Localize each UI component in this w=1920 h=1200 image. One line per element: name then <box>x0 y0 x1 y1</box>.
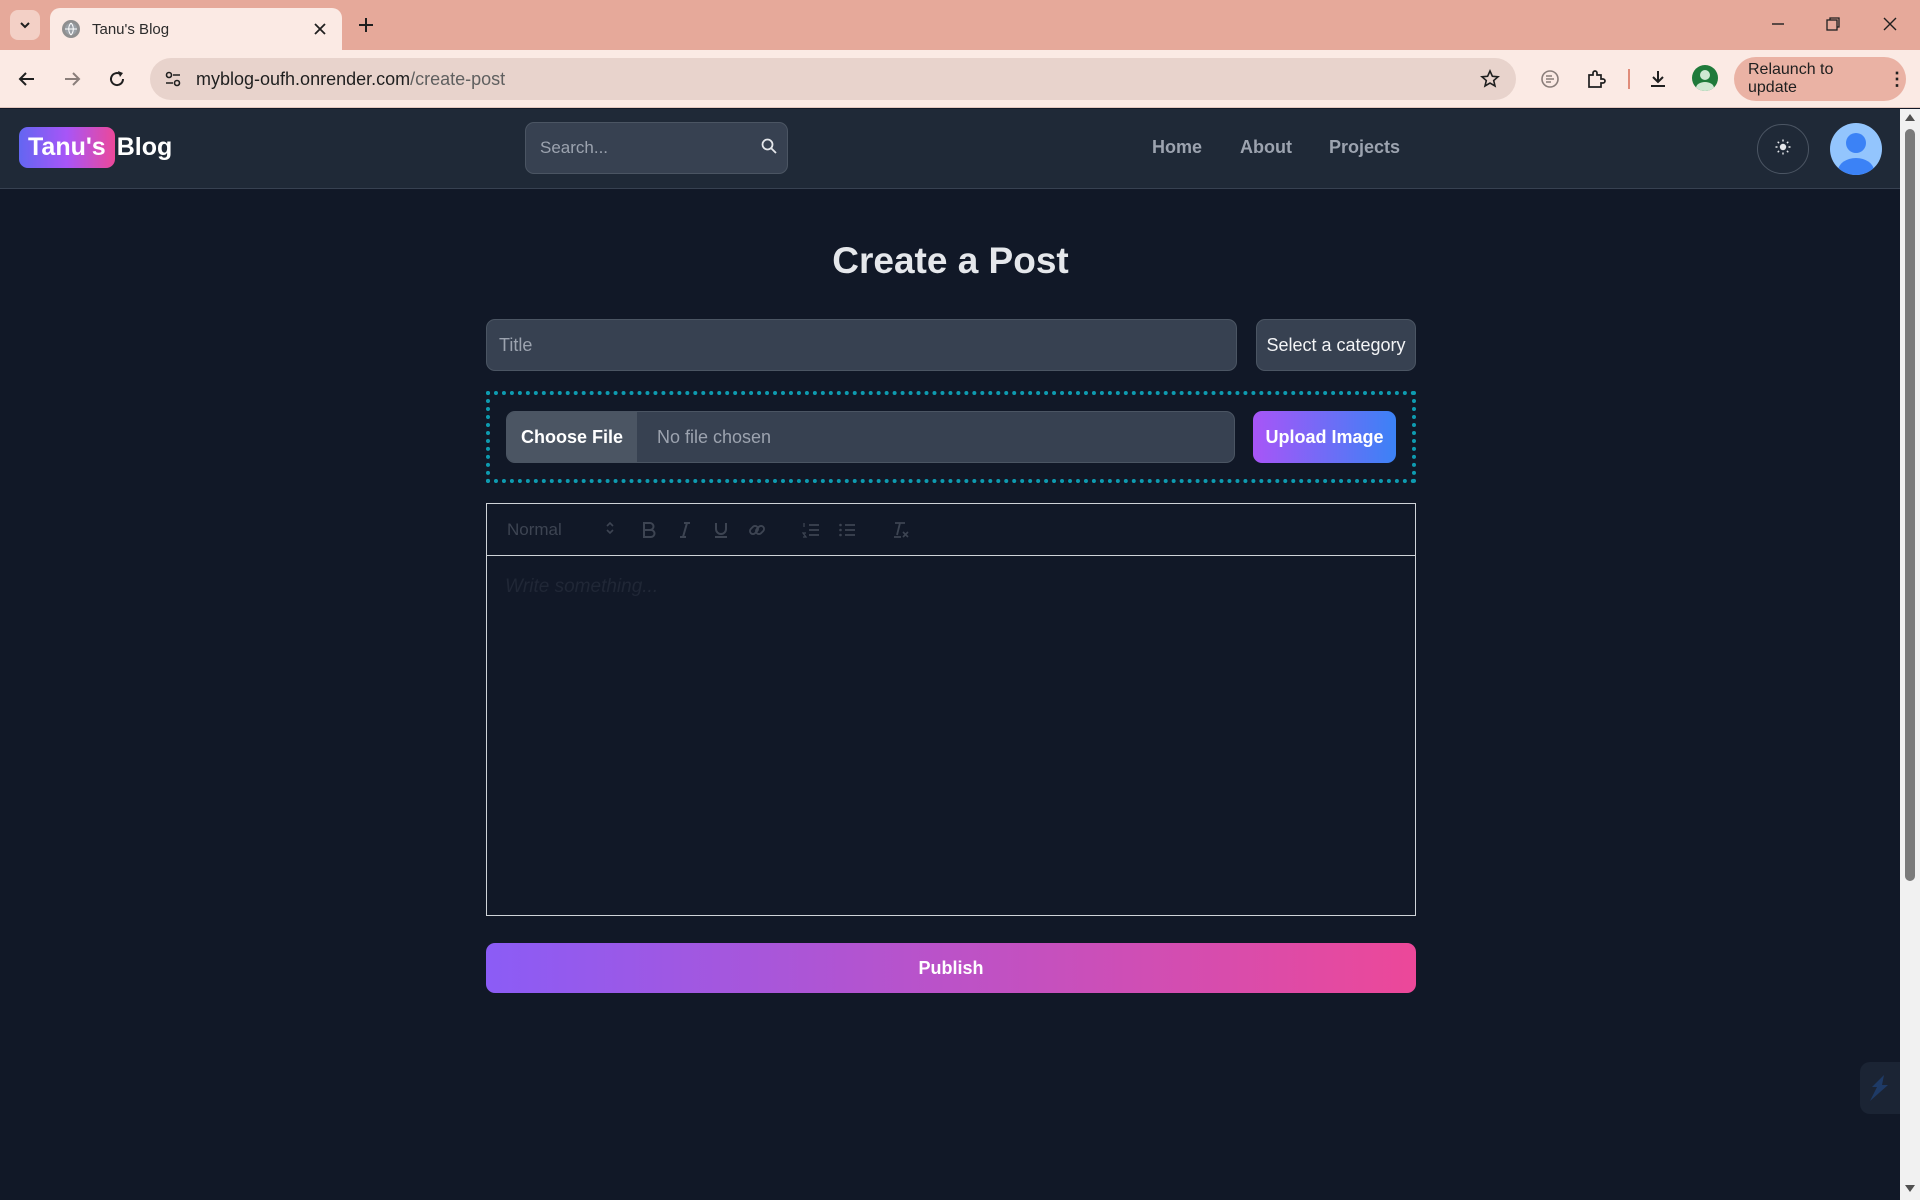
relaunch-button[interactable]: Relaunch to update ⋮ <box>1734 57 1906 101</box>
title-input[interactable] <box>486 319 1237 371</box>
updown-chevron-icon <box>605 520 615 540</box>
globe-icon <box>62 20 80 38</box>
upload-image-button[interactable]: Upload Image <box>1253 411 1396 463</box>
logo-text: Blog <box>116 133 173 161</box>
browser-tab-strip: Tanu's Blog <box>0 0 1920 50</box>
heading-select-value: Normal <box>507 519 562 539</box>
restore-icon[interactable] <box>1811 8 1855 40</box>
browser-tab[interactable]: Tanu's Blog <box>50 8 342 50</box>
window-close-icon[interactable] <box>1868 8 1912 40</box>
profile-avatar[interactable] <box>1692 65 1718 91</box>
link-icon[interactable] <box>739 515 775 545</box>
minimize-icon[interactable] <box>1756 8 1800 40</box>
search-input[interactable] <box>540 138 761 158</box>
nav-link-home[interactable]: Home <box>1152 137 1202 158</box>
file-input[interactable]: Choose File No file chosen <box>506 411 1235 463</box>
extension-puzzle-icon[interactable] <box>1580 63 1612 95</box>
nav-link-projects[interactable]: Projects <box>1329 137 1400 158</box>
theme-toggle-button[interactable] <box>1757 124 1809 174</box>
toolbar-separator <box>1628 69 1630 89</box>
url-path: /create-post <box>410 68 506 89</box>
download-icon[interactable] <box>1642 63 1674 95</box>
clean-format-icon[interactable] <box>883 515 919 545</box>
search-icon[interactable] <box>761 138 777 159</box>
editor-content[interactable]: Write something... <box>487 556 1415 618</box>
italic-icon[interactable] <box>667 515 703 545</box>
site-logo[interactable]: Tanu's Blog <box>19 127 172 168</box>
ordered-list-icon[interactable] <box>793 515 829 545</box>
plus-icon[interactable] <box>352 11 380 39</box>
user-avatar-icon[interactable] <box>1830 123 1882 175</box>
file-status-text: No file chosen <box>657 426 772 447</box>
editor-toolbar: Normal <box>487 504 1415 556</box>
rich-text-editor: Normal Write something... <box>486 503 1416 916</box>
nav-link-about[interactable]: About <box>1240 137 1292 158</box>
back-icon[interactable] <box>11 63 43 95</box>
reading-mode-icon[interactable] <box>1534 63 1566 95</box>
url-text: myblog-oufh.onrender.com/create-post <box>196 69 1474 90</box>
underline-icon[interactable] <box>703 515 739 545</box>
close-icon[interactable] <box>310 19 330 39</box>
url-host: myblog-oufh.onrender.com <box>196 68 411 89</box>
scroll-up-arrow[interactable] <box>1905 114 1915 121</box>
scroll-down-arrow[interactable] <box>1905 1185 1915 1192</box>
scroll-thumb[interactable] <box>1905 129 1915 881</box>
page-title: Create a Post <box>832 240 1069 281</box>
star-icon[interactable] <box>1474 63 1506 95</box>
sun-icon <box>1775 139 1791 160</box>
reload-icon[interactable] <box>101 63 133 95</box>
image-upload-area: Choose File No file chosen Upload Image <box>486 391 1416 483</box>
search-box <box>525 122 788 174</box>
relaunch-label: Relaunch to update <box>1748 61 1834 96</box>
more-menu-icon[interactable]: ⋮ <box>1888 69 1906 90</box>
category-select[interactable]: Select a category <box>1256 319 1416 371</box>
address-bar[interactable]: myblog-oufh.onrender.com/create-post <box>150 58 1516 100</box>
floating-widget-icon[interactable] <box>1860 1062 1900 1114</box>
browser-toolbar: myblog-oufh.onrender.com/create-post Rel… <box>0 50 1920 108</box>
forward-icon[interactable] <box>56 63 88 95</box>
logo-badge: Tanu's <box>19 127 115 168</box>
site-info-icon[interactable] <box>158 64 188 94</box>
site-header: Tanu's Blog Home About Projects <box>0 109 1900 189</box>
page-scrollbar[interactable] <box>1900 109 1920 1200</box>
bullet-list-icon[interactable] <box>829 515 865 545</box>
tab-search-icon[interactable] <box>10 10 40 40</box>
publish-button[interactable]: Publish <box>486 943 1416 993</box>
choose-file-button[interactable]: Choose File <box>507 412 637 462</box>
bold-icon[interactable] <box>631 515 667 545</box>
heading-select[interactable]: Normal <box>507 520 615 540</box>
tab-title: Tanu's Blog <box>92 20 170 38</box>
